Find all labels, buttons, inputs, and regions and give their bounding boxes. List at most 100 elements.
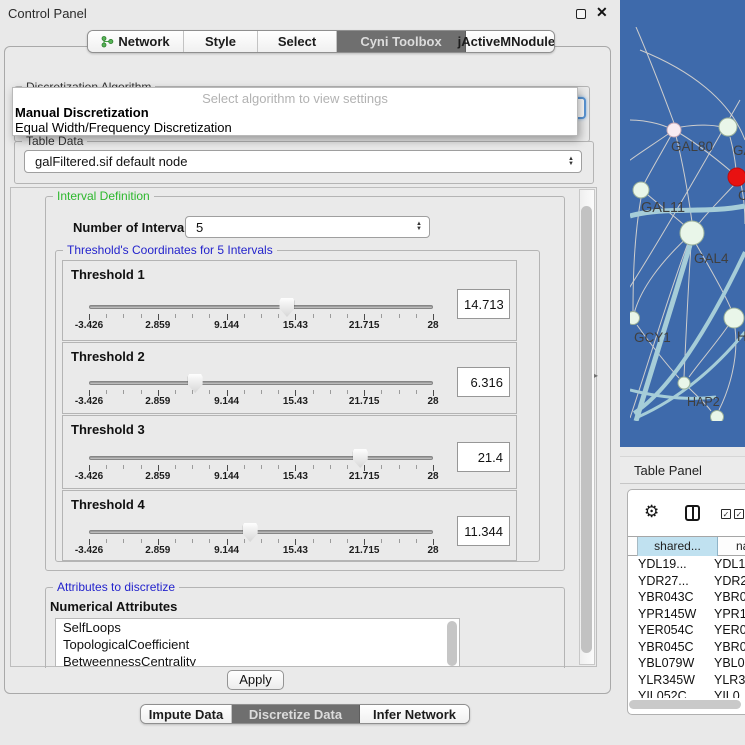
table-row[interactable]: YBR045CYBR0: [628, 640, 745, 657]
node-label-partial-h: H: [737, 329, 745, 344]
combo-stepper-icon: ▲▼: [416, 222, 422, 232]
node-label-partial-c: C: [738, 188, 745, 203]
threshold-3-panel: Threshold 3 -3.4262.8599.14415.4321.7152…: [62, 415, 517, 489]
tab-jactivemnodules[interactable]: jActiveMNodules: [466, 31, 554, 52]
dropdown-option-equal-width-frequency[interactable]: Equal Width/Frequency Discretization: [15, 120, 232, 135]
slider-scale-labels: -3.4262.8599.14415.4321.71528: [89, 545, 433, 557]
table-body: YDL19...YDL1 YDR27...YDR2 YBR043CYBR0 YP…: [628, 557, 745, 698]
attributes-group-title: Attributes to discretize: [53, 580, 179, 594]
network-icon: [101, 35, 114, 48]
table-row[interactable]: YLR345WYLR3: [628, 673, 745, 690]
tab-network-label: Network: [118, 34, 169, 49]
float-panel-icon[interactable]: [576, 9, 586, 19]
threshold-3-value-field[interactable]: [457, 442, 510, 472]
network-node-gal11[interactable]: [633, 182, 649, 198]
threshold-3-slider[interactable]: -3.4262.8599.14415.4321.71528: [89, 456, 433, 486]
interval-definition-title: Interval Definition: [53, 189, 154, 203]
settings-scrollbar-thumb[interactable]: [581, 206, 592, 653]
threshold-4-label: Threshold 4: [71, 497, 145, 512]
bottom-tab-bar: Impute Data Discretize Data Infer Networ…: [140, 704, 470, 724]
table-row[interactable]: YBL079WYBL0: [628, 656, 745, 673]
tab-select[interactable]: Select: [258, 31, 337, 52]
table-row[interactable]: YDL19...YDL1: [628, 557, 745, 574]
control-panel-titlebar: Control Panel ✕: [0, 0, 618, 26]
table-row[interactable]: YER054CYER0: [628, 623, 745, 640]
list-item-topologicalcoefficient[interactable]: TopologicalCoefficient: [56, 636, 459, 653]
combo-stepper-icon: ▲▼: [568, 157, 574, 167]
slider-track[interactable]: [89, 456, 433, 460]
table-panel-titlebar: Table Panel: [620, 456, 745, 484]
network-node-top-right[interactable]: [719, 118, 737, 136]
threshold-1-value-field[interactable]: [457, 289, 510, 319]
list-item-selfloops[interactable]: SelfLoops: [56, 619, 459, 636]
threshold-3-label: Threshold 3: [71, 422, 145, 437]
table-horizontal-scrollbar-thumb[interactable]: [629, 700, 741, 709]
tab-infer-network[interactable]: Infer Network: [360, 705, 469, 723]
apply-button[interactable]: Apply: [227, 670, 284, 690]
network-canvas[interactable]: GAL80 GA C GAL11 GAL4 GCY1 H HAP2: [630, 27, 745, 421]
tab-network[interactable]: Network: [88, 31, 184, 52]
table-data-selected-value: galFiltered.sif default node: [35, 154, 187, 169]
node-label-hap2: HAP2: [687, 395, 720, 409]
node-label-partial-ga: GA: [733, 143, 745, 158]
dropdown-option-manual-discretization[interactable]: Manual Discretization: [15, 105, 149, 120]
network-node-right[interactable]: [724, 308, 744, 328]
node-label-gal11: GAL11: [641, 200, 685, 216]
slider-scale-labels: -3.4262.8599.14415.4321.71528: [89, 471, 433, 483]
tab-impute-data[interactable]: Impute Data: [141, 705, 232, 723]
table-row[interactable]: YBR043CYBR0: [628, 590, 745, 607]
algorithm-dropdown-hint: Select algorithm to view settings: [13, 91, 577, 106]
threshold-coordinates-title: Threshold's Coordinates for 5 Intervals: [63, 243, 277, 257]
node-label-gal80: GAL80: [671, 139, 713, 154]
slider-scale-labels: -3.4262.8599.14415.4321.71528: [89, 396, 433, 408]
slider-scale-labels: -3.4262.8599.14415.4321.71528: [89, 320, 433, 332]
table-row[interactable]: YPR145WYPR1: [628, 607, 745, 624]
numerical-attributes-list[interactable]: SelfLoops TopologicalCoefficient Between…: [55, 618, 460, 667]
column-header-shared-name[interactable]: shared...: [637, 537, 718, 556]
numerical-attributes-label: Numerical Attributes: [50, 599, 177, 614]
table-row[interactable]: YIL052CYIL0: [628, 689, 745, 698]
node-label-gcy1: GCY1: [634, 330, 671, 345]
screen: Control Panel ✕ Network Style Select Cyn…: [0, 0, 745, 745]
list-scrollbar-thumb[interactable]: [447, 621, 457, 666]
network-node-gcy1[interactable]: [630, 312, 640, 325]
close-panel-icon[interactable]: ✕: [596, 4, 608, 21]
threshold-2-label: Threshold 2: [71, 349, 145, 364]
algorithm-dropdown-popup: Select algorithm to view settings Manual…: [12, 87, 578, 136]
threshold-4-panel: Threshold 4 -3.4262.8599.14415.4321.7152…: [62, 490, 517, 561]
network-node-gal80[interactable]: [667, 123, 681, 137]
network-node-hap2[interactable]: [678, 377, 690, 389]
number-of-intervals-value: 5: [196, 220, 203, 235]
threshold-2-value-field[interactable]: [457, 367, 510, 397]
network-node-selected-red[interactable]: [728, 168, 745, 186]
tab-style[interactable]: Style: [184, 31, 258, 52]
table-data-combobox[interactable]: galFiltered.sif default node ▲▼: [24, 150, 582, 173]
node-label-gal4: GAL4: [694, 251, 729, 266]
panel-resize-grip[interactable]: ▸: [594, 371, 598, 380]
table-columns-icon[interactable]: [685, 505, 700, 521]
table-panel-title: Table Panel: [634, 463, 702, 478]
table-row[interactable]: YDR27...YDR2: [628, 574, 745, 591]
threshold-1-slider[interactable]: -3.4262.8599.14415.4321.71528: [89, 305, 433, 335]
threshold-4-value-field[interactable]: [457, 516, 510, 546]
tab-discretize-data[interactable]: Discretize Data: [232, 705, 360, 723]
threshold-2-slider[interactable]: -3.4262.8599.14415.4321.71528: [89, 381, 433, 411]
table-settings-gear-icon[interactable]: ⚙: [644, 502, 659, 522]
network-nodes: [630, 118, 745, 421]
table-header-row: shared... na: [628, 536, 745, 556]
network-node-bottom[interactable]: [711, 411, 724, 422]
slider-track[interactable]: [89, 305, 433, 309]
control-panel-title: Control Panel: [8, 6, 87, 21]
column-header-name[interactable]: na: [736, 537, 745, 556]
threshold-4-slider[interactable]: -3.4262.8599.14415.4321.71528: [89, 530, 433, 560]
network-node-gal4[interactable]: [680, 221, 704, 245]
slider-track[interactable]: [89, 530, 433, 534]
number-of-intervals-label: Number of Intervals: [73, 220, 195, 235]
list-item-betweennesscentrality[interactable]: BetweennessCentrality: [56, 653, 459, 667]
threshold-2-panel: Threshold 2 -3.4262.8599.14415.4321.7152…: [62, 342, 517, 414]
slider-track[interactable]: [89, 381, 433, 385]
table-select-all-checkbox-icon[interactable]: ✓: [734, 509, 744, 519]
number-of-intervals-combobox[interactable]: 5 ▲▼: [185, 216, 430, 238]
tab-cyni-toolbox[interactable]: Cyni Toolbox: [337, 31, 466, 52]
table-select-checkbox-icon[interactable]: ✓: [721, 509, 731, 519]
